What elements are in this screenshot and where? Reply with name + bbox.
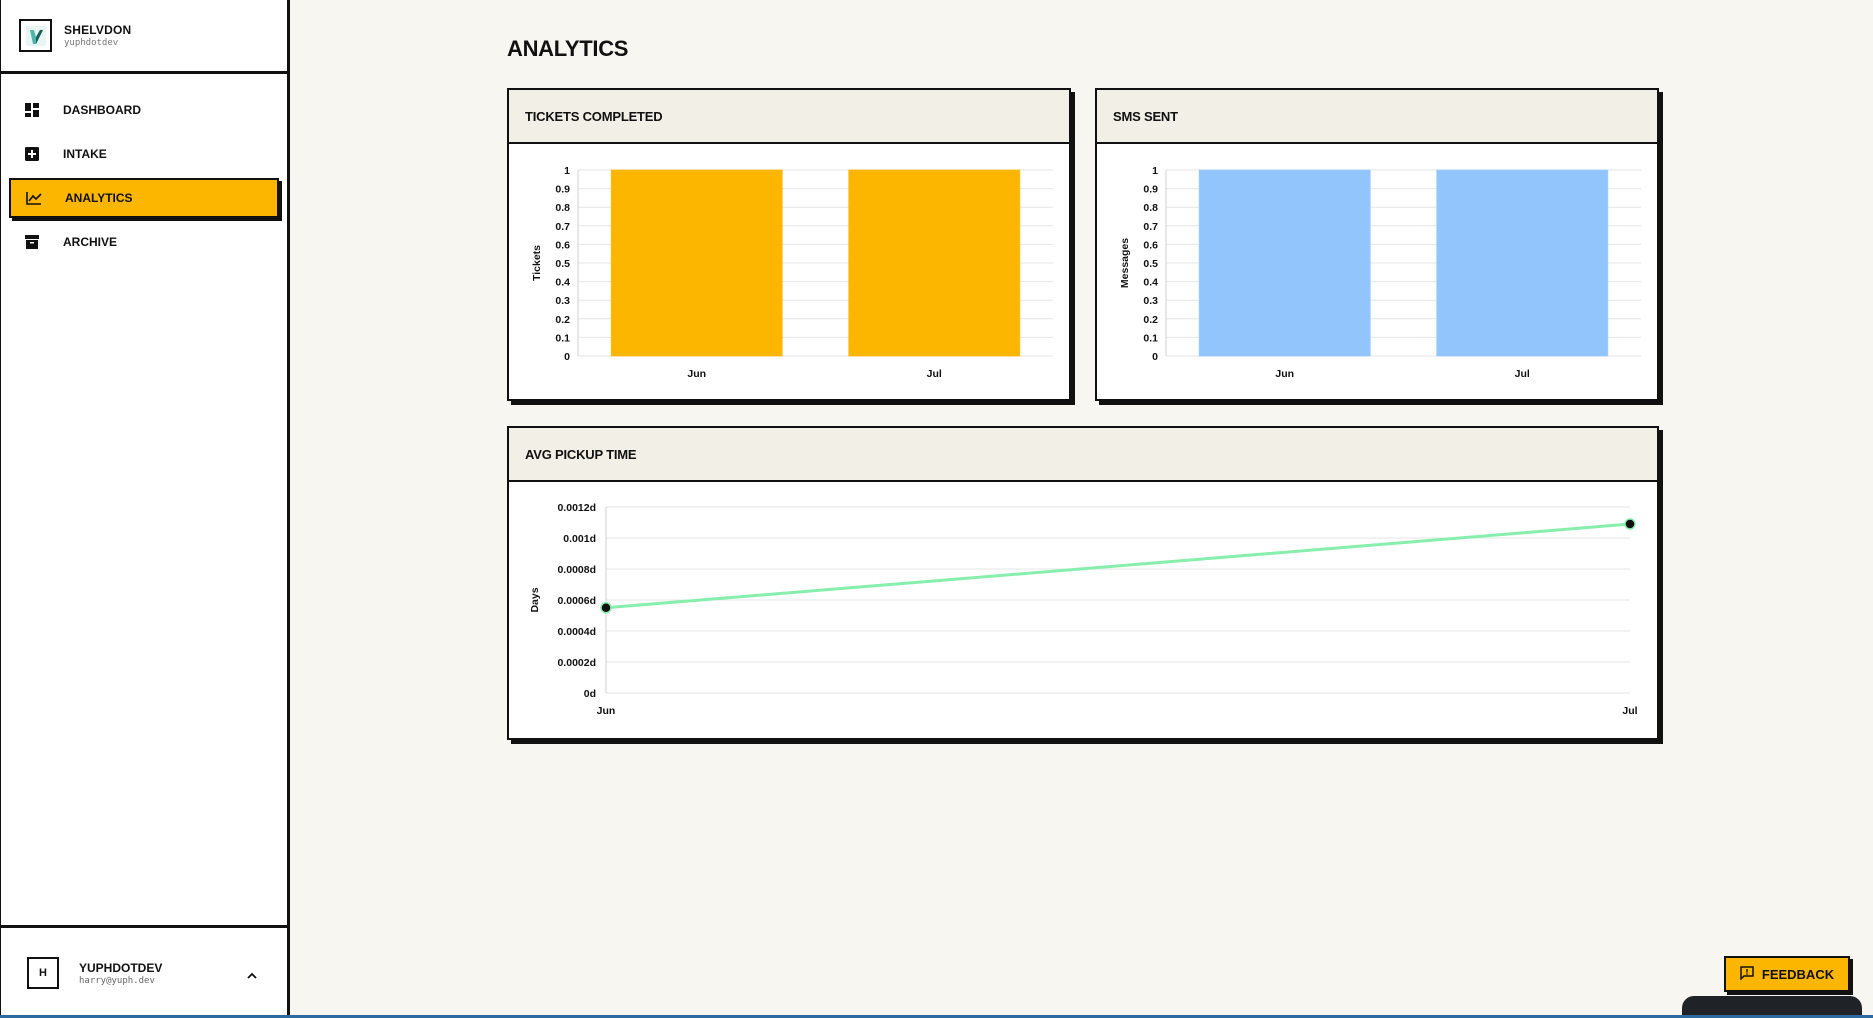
y-tick-label: 0.1 — [1143, 332, 1158, 344]
card-title: SMS SENT — [1097, 90, 1657, 144]
sidebar-nav: DASHBOARD INTAKE ANALYTICS ARCHIVE — [1, 74, 287, 262]
data-point — [1624, 518, 1636, 530]
x-tick-label: Jun — [597, 705, 616, 717]
y-tick-label: 0.4 — [555, 277, 570, 289]
user-email: harry@yuph.dev — [79, 975, 155, 986]
y-tick-label: 0.2 — [1143, 314, 1158, 326]
sidebar-item-label: ANALYTICS — [65, 191, 133, 205]
y-tick-label: 1 — [564, 165, 570, 177]
x-tick-label: Jun — [1275, 368, 1294, 380]
y-tick-label: 0.001d — [563, 533, 596, 545]
brand-name: SHELVDON — [64, 23, 132, 37]
bar — [848, 169, 1021, 357]
sms-bar-chart: 0 0.1 0.2 0.3 0.4 0.5 0.6 0.7 0.8 0.9 1 Messages Jun… — [1119, 165, 1641, 380]
y-tick-label: 0.0002d — [557, 657, 596, 669]
chevron-up-icon[interactable] — [247, 966, 257, 984]
sms-sent-card: SMS SENT 0 0.1 0.2 0.3 0.4 0.5 0.6 0.7 0.8 0.9 1 Me… — [1095, 88, 1659, 401]
card-title: AVG PICKUP TIME — [509, 428, 1657, 482]
sidebar-item-label: INTAKE — [63, 147, 107, 161]
y-tick-label: 0.8 — [1143, 202, 1158, 214]
x-tick-label: Jul — [1622, 705, 1637, 717]
feedback-icon — [1740, 965, 1754, 983]
avatar: H — [27, 957, 59, 989]
tickets-completed-card: TICKETS COMPLETED 0 0.1 0.2 0.3 0.4 0.5 0.6 0.7… — [507, 88, 1071, 401]
sidebar-item-intake[interactable]: INTAKE — [9, 134, 279, 174]
y-tick-label: 0.0008d — [557, 564, 596, 576]
pickup-line-chart: 0d 0.0002d 0.0004d 0.0006d 0.0008d 0.001d 0.00… — [529, 502, 1638, 717]
x-tick-label: Jul — [1515, 368, 1530, 380]
y-tick-label: 0.7 — [1143, 221, 1158, 233]
sidebar-item-dashboard[interactable]: DASHBOARD — [9, 90, 279, 130]
y-tick-label: 0.0004d — [557, 626, 596, 638]
y-tick-label: 1 — [1152, 165, 1158, 177]
sidebar-item-archive[interactable]: ARCHIVE — [9, 222, 279, 262]
sidebar-item-analytics[interactable]: ANALYTICS — [9, 178, 279, 218]
chart-line-icon — [25, 189, 43, 207]
y-tick-label: 0.3 — [555, 295, 570, 307]
bar — [610, 169, 783, 357]
y-tick-label: 0.8 — [555, 202, 570, 214]
y-tick-label: 0.5 — [555, 258, 570, 270]
y-tick-label: 0.6 — [555, 239, 570, 251]
y-tick-label: 0 — [564, 351, 570, 363]
feedback-button[interactable]: FEEDBACK — [1724, 956, 1850, 992]
y-axis-label: Days — [529, 587, 541, 612]
y-tick-label: 0d — [584, 688, 596, 700]
y-tick-label: 0.2 — [555, 314, 570, 326]
y-tick-label: 0 — [1152, 351, 1158, 363]
logo-mark-icon — [25, 25, 46, 46]
bar — [1198, 169, 1371, 357]
y-tick-label: 0.9 — [555, 184, 570, 196]
feedback-label: FEEDBACK — [1761, 966, 1835, 982]
avg-pickup-time-card: AVG PICKUP TIME 0d 0.0002d 0.0004d 0.0006d 0… — [507, 426, 1659, 740]
brand-header[interactable]: SHELVDON yuphdotdev — [1, 0, 287, 74]
y-axis-label: Tickets — [531, 245, 543, 281]
series-line — [605, 522, 1631, 610]
sidebar: SHELVDON yuphdotdev DASHBOARD INTAKE ANA… — [0, 0, 290, 1018]
y-tick-label: 0.3 — [1143, 295, 1158, 307]
user-menu[interactable]: H YUPHDOTDEV harry@yuph.dev — [1, 925, 287, 1018]
card-title: TICKETS COMPLETED — [509, 90, 1069, 144]
archive-icon — [23, 233, 41, 251]
y-tick-label: 0.9 — [1143, 184, 1158, 196]
add-box-icon — [23, 145, 41, 163]
y-tick-label: 0.5 — [1143, 258, 1158, 270]
sidebar-item-label: DASHBOARD — [63, 103, 141, 117]
dashboard-icon — [23, 101, 41, 119]
y-axis-label: Messages — [1119, 238, 1131, 288]
y-tick-label: 0.1 — [555, 332, 570, 344]
sidebar-item-label: ARCHIVE — [63, 235, 118, 249]
y-tick-label: 0.0006d — [557, 595, 596, 607]
brand-subtitle: yuphdotdev — [64, 38, 119, 48]
y-tick-label: 0.4 — [1143, 277, 1158, 289]
user-name: YUPHDOTDEV — [79, 960, 163, 975]
x-tick-label: Jun — [687, 368, 706, 380]
y-tick-label: 0.7 — [555, 221, 570, 233]
tickets-bar-chart: 0 0.1 0.2 0.3 0.4 0.5 0.6 0.7 0.8 0.9 1 Tickets Jun J… — [531, 165, 1053, 380]
x-tick-label: Jul — [927, 368, 942, 380]
logo — [19, 19, 52, 52]
y-tick-label: 0.0012d — [557, 502, 596, 514]
page-title: ANALYTICS — [507, 36, 629, 61]
bar — [1436, 169, 1609, 357]
y-tick-label: 0.6 — [1143, 239, 1158, 251]
data-point — [600, 602, 612, 614]
